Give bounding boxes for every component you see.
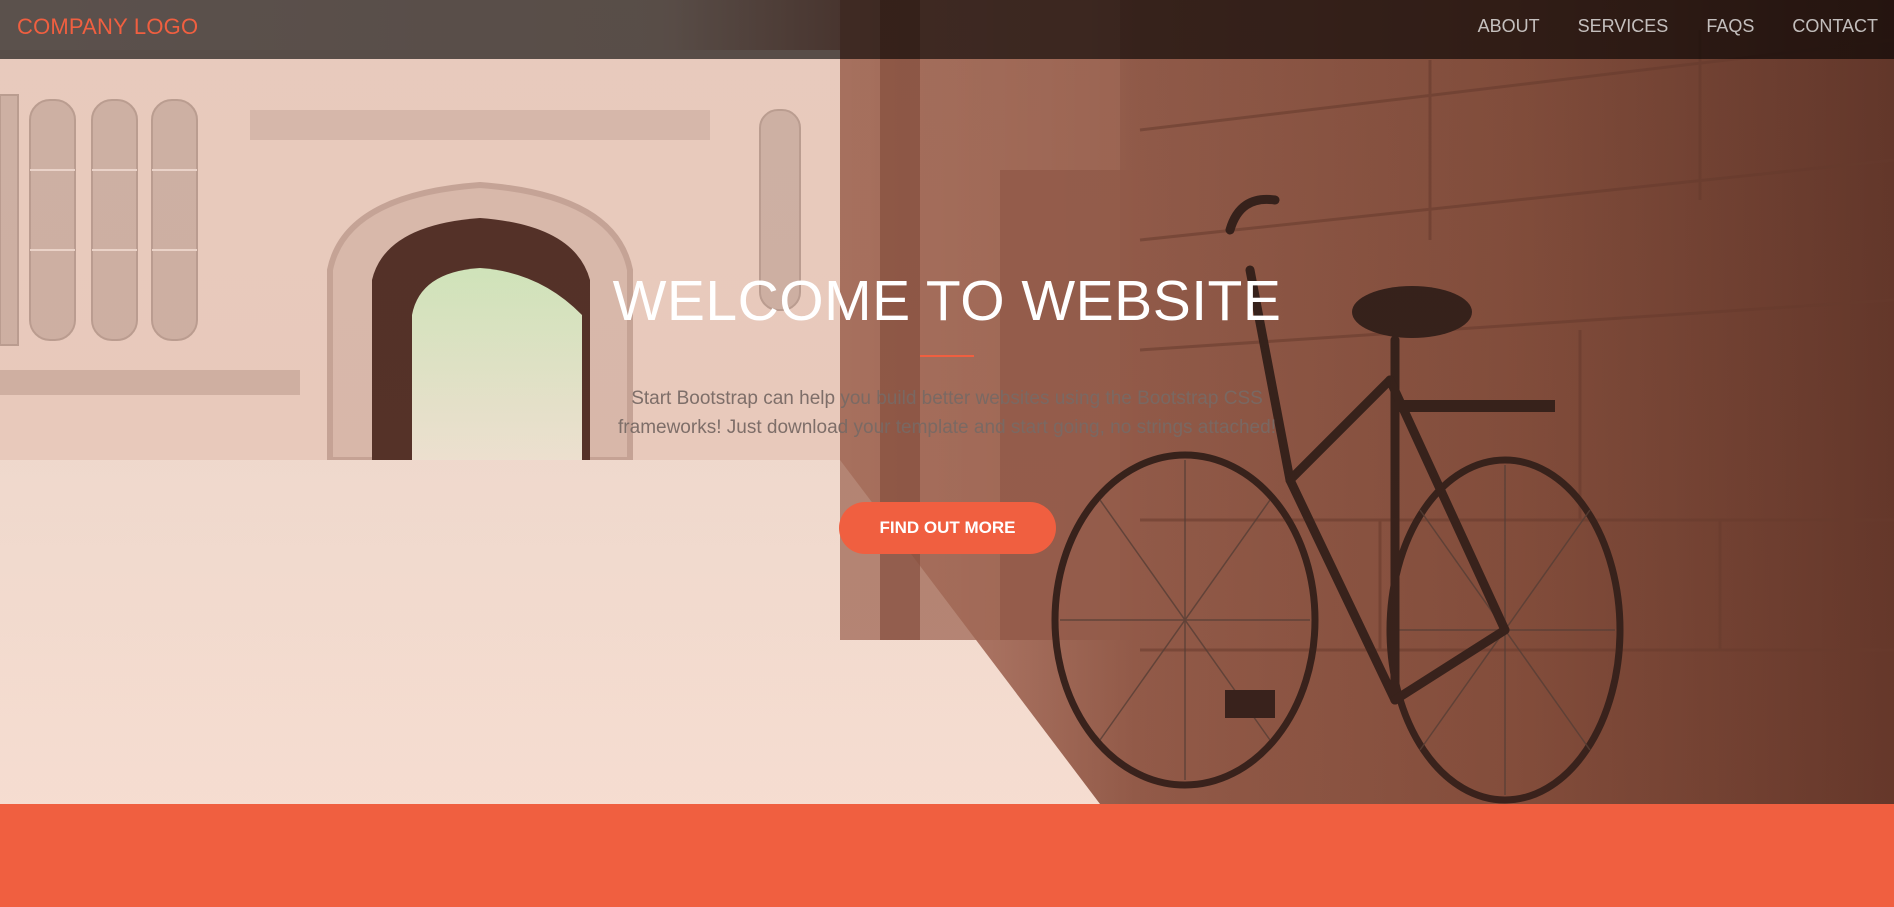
nav-link-services[interactable]: SERVICES	[1559, 16, 1688, 37]
navbar: COMPANY LOGO ABOUT SERVICES FAQS CONTACT	[0, 0, 1894, 59]
nav-link-contact[interactable]: CONTACT	[1773, 16, 1878, 37]
page: WELCOME TO WEBSITE Start Bootstrap can h…	[0, 0, 1894, 907]
find-out-more-button[interactable]: FIND OUT MORE	[839, 502, 1056, 554]
nav-link-about[interactable]: ABOUT	[1459, 16, 1559, 37]
hero-description: Start Bootstrap can help you build bette…	[618, 388, 1276, 438]
hero-title: WELCOME TO WEBSITE	[612, 269, 1282, 333]
about-section	[0, 804, 1894, 907]
hero-content: WELCOME TO WEBSITE Start Bootstrap can h…	[0, 0, 1894, 804]
hero-section: WELCOME TO WEBSITE Start Bootstrap can h…	[0, 0, 1894, 804]
nav-link-faqs[interactable]: FAQS	[1687, 16, 1773, 37]
hero-divider	[920, 355, 974, 357]
nav-links: ABOUT SERVICES FAQS CONTACT	[1459, 16, 1878, 37]
company-logo-link[interactable]: COMPANY LOGO	[17, 14, 198, 40]
